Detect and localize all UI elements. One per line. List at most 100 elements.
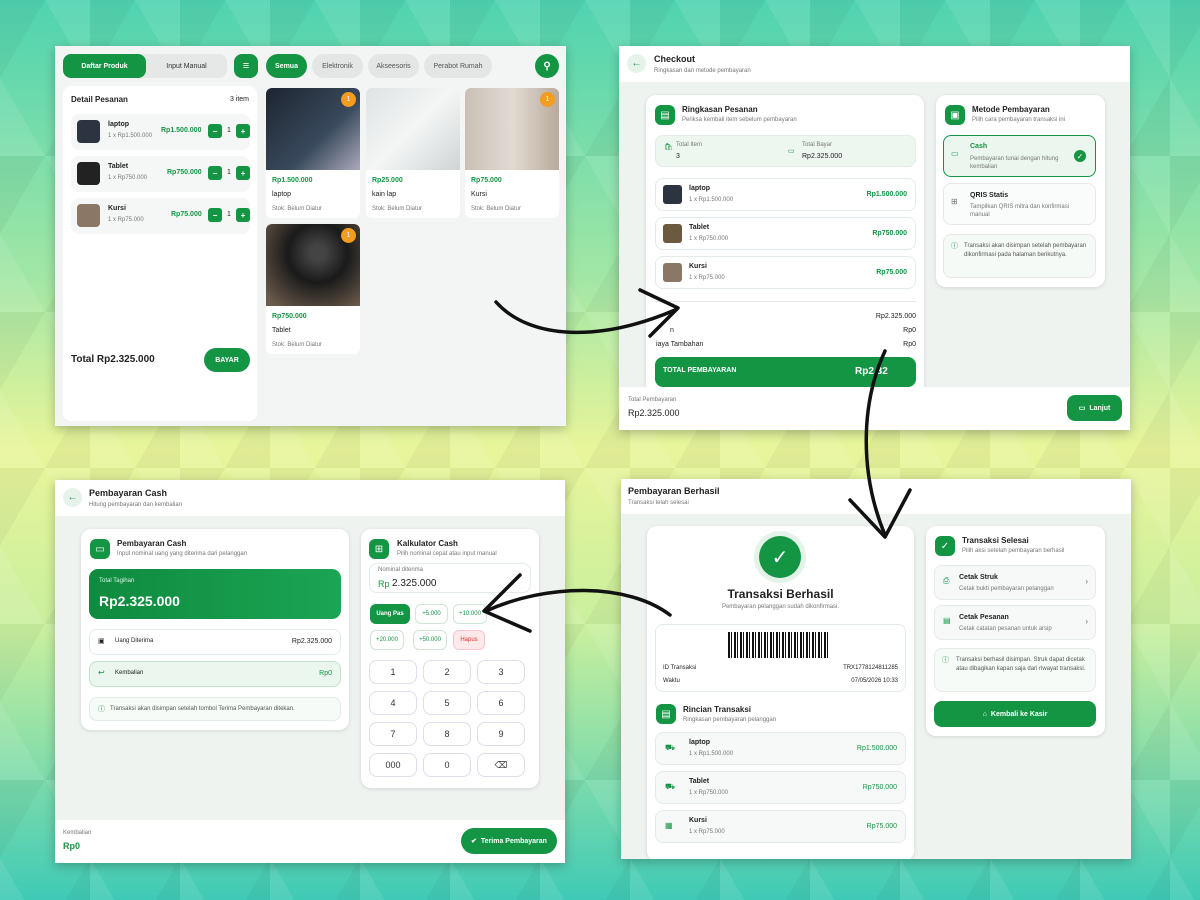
decrease-button[interactable]: − — [208, 208, 222, 222]
card-title: Pembayaran Cash — [117, 539, 187, 548]
product-image — [366, 88, 460, 170]
category-perabot-rumah[interactable]: Perabot Rumah — [424, 54, 492, 78]
info-text: Transaksi akan disimpan setelah tombol T… — [110, 706, 295, 712]
decrease-button[interactable]: − — [208, 166, 222, 180]
next-button[interactable]: ▭ Lanjut — [1067, 395, 1122, 421]
back-arrow-icon[interactable]: ← — [63, 488, 82, 507]
payment-option-cash[interactable]: ▭ Cash Pembayaran tunai dengan hitung ke… — [943, 135, 1096, 177]
product-card[interactable]: Rp25.000 kain lap Stok: Belum Diatur — [366, 88, 460, 218]
increase-button[interactable]: + — [236, 208, 250, 222]
tab-input-manual[interactable]: Input Manual — [146, 54, 227, 78]
check-circle-icon: ✓ — [935, 536, 955, 556]
order-print-title: Cetak Pesanan — [959, 614, 1009, 621]
product-stock: Stok: Belum Diatur — [272, 206, 323, 212]
decrease-button[interactable]: − — [208, 124, 222, 138]
key-1[interactable]: 1 — [369, 660, 417, 684]
header — [619, 46, 1130, 82]
transaction-id-value: TRX1778124811285 — [843, 665, 898, 671]
increase-button[interactable]: + — [236, 124, 250, 138]
back-to-cashier-button[interactable]: ⌂ Kembali ke Kasir — [934, 701, 1096, 727]
chevron-right-icon: › — [1085, 577, 1088, 586]
product-card[interactable]: 1 Rp750.000 Tablet Stok: Belum Diatur — [266, 224, 360, 354]
info-icon: ⓘ — [942, 657, 949, 664]
tab-daftar-produk[interactable]: Daftar Produk — [63, 54, 146, 78]
bill-box: Total Tagihan Rp2.325.000 — [89, 569, 341, 619]
success-card: ✓ Transaksi Berhasil Pembayaran pelangga… — [647, 526, 914, 859]
key-5[interactable]: 5 — [423, 691, 471, 715]
footer-label: Kembalian — [63, 830, 92, 836]
category-elektronik[interactable]: Elektronik — [312, 54, 363, 78]
quick-5000-button[interactable]: +5.000 — [415, 604, 448, 624]
quick-10000-button[interactable]: +10.000 — [453, 604, 487, 624]
detail-title: Rincian Transaksi — [683, 705, 752, 714]
pay-button[interactable]: BAYAR — [204, 348, 250, 372]
print-receipt-button[interactable]: ⎙ Cetak Struk Cetak bukti pembayaran pel… — [934, 565, 1096, 600]
key-4[interactable]: 4 — [369, 691, 417, 715]
discount-value: Rp0 — [903, 327, 916, 334]
back-arrow-icon[interactable]: ← — [627, 54, 646, 73]
footer: Kembalian Rp0 ✔ Terima Pembayaran — [55, 820, 565, 863]
print-order-button[interactable]: ▤ Cetak Pesanan Cetak catatan pesanan un… — [934, 605, 1096, 640]
done-title: Transaksi Selesai — [962, 536, 1029, 545]
key-9[interactable]: 9 — [477, 722, 525, 746]
info-icon: ⓘ — [951, 243, 958, 250]
order-item-price: Rp750.000 — [167, 169, 202, 176]
list-item: Kursi 1 x Rp75.000 Rp75.000 — [655, 256, 916, 289]
item-price: Rp750.000 — [872, 230, 907, 237]
key-8[interactable]: 8 — [423, 722, 471, 746]
calculator-card: ⊞ Kalkulator Cash Pilih nominal cepat at… — [361, 529, 539, 788]
product-thumbnail — [663, 263, 682, 282]
backspace-icon[interactable]: ⌫ — [477, 753, 525, 777]
order-total: Total Rp2.325.000 — [71, 354, 155, 365]
info-box: ⓘ Transaksi akan disimpan setelah tombol… — [89, 697, 341, 721]
product-stock: Stok: Belum Diatur — [272, 342, 323, 348]
product-card[interactable]: 1 Rp75.000 Kursi Stok: Belum Diatur — [465, 88, 559, 218]
product-price: Rp25.000 — [372, 177, 403, 184]
item-name: Tablet — [689, 778, 710, 785]
menu-icon[interactable]: ≡ — [234, 54, 258, 78]
card-subtitle: Input nominal uang yang diterima dari pe… — [117, 551, 248, 557]
quick-exact-button[interactable]: Uang Pas — [370, 604, 410, 624]
box-icon: ▦ — [665, 821, 673, 830]
info-box: ⓘ Transaksi berhasil disimpan. Struk dap… — [934, 648, 1096, 692]
category-aksesoris[interactable]: Akseesoris — [368, 54, 419, 78]
nominal-value: 2.325.000 — [392, 578, 437, 589]
payment-method-card: ▣ Metode Pembayaran Pilih cara pembayara… — [936, 95, 1105, 287]
cart-icon: 🛍 — [664, 144, 673, 151]
order-detail-card: Detail Pesanan 3 item laptop 1 x Rp1.500… — [63, 86, 257, 421]
product-thumbnail — [77, 120, 100, 143]
page-title: Pembayaran Berhasil — [628, 486, 720, 496]
product-thumbnail — [663, 185, 682, 204]
quick-50000-button[interactable]: +50.000 — [413, 630, 447, 650]
key-6[interactable]: 6 — [477, 691, 525, 715]
total-bayar-label: Total Bayar — [802, 142, 833, 148]
item-price: Rp75.000 — [866, 823, 897, 830]
order-item-price: Rp75.000 — [171, 211, 202, 218]
pos-screen: Daftar Produk Input Manual ≡ Semua Elekt… — [55, 46, 566, 426]
key-000[interactable]: 000 — [369, 753, 417, 777]
page-subtitle: Hitung pembayaran dan kembalian — [89, 502, 183, 508]
payment-option-qris[interactable]: ⊞ QRIS Statis Tampilkan QRIS mitra dan k… — [943, 183, 1096, 225]
quick-20000-button[interactable]: +20.000 — [370, 630, 404, 650]
increase-button[interactable]: + — [236, 166, 250, 180]
accept-payment-button[interactable]: ✔ Terima Pembayaran — [461, 828, 557, 854]
item-sub: 1 x Rp750.000 — [689, 790, 729, 796]
list-item: ⛟ laptop 1 x Rp1.500.000 Rp1.500.000 — [655, 732, 906, 765]
nominal-input[interactable]: Nominal diterima Rp 2.325.000 — [369, 563, 531, 593]
clear-button[interactable]: Hapus — [453, 630, 485, 650]
summary-title: Ringkasan Pesanan — [682, 105, 758, 114]
truck-icon: ⛟ — [665, 782, 676, 791]
category-semua[interactable]: Semua — [266, 54, 307, 78]
calc-title: Kalkulator Cash — [397, 539, 458, 548]
product-card[interactable]: 1 Rp1.500.000 laptop Stok: Belum Diatur — [266, 88, 360, 218]
key-2[interactable]: 2 — [423, 660, 471, 684]
product-price: Rp750.000 — [272, 313, 307, 320]
key-0[interactable]: 0 — [423, 753, 471, 777]
search-icon[interactable]: ⚲ — [535, 54, 559, 78]
order-item-name: Kursi — [108, 205, 126, 212]
item-sub: 1 x Rp1.500.000 — [689, 751, 734, 757]
item-name: Tablet — [689, 224, 710, 231]
key-3[interactable]: 3 — [477, 660, 525, 684]
key-7[interactable]: 7 — [369, 722, 417, 746]
qty-badge: 1 — [540, 92, 555, 107]
